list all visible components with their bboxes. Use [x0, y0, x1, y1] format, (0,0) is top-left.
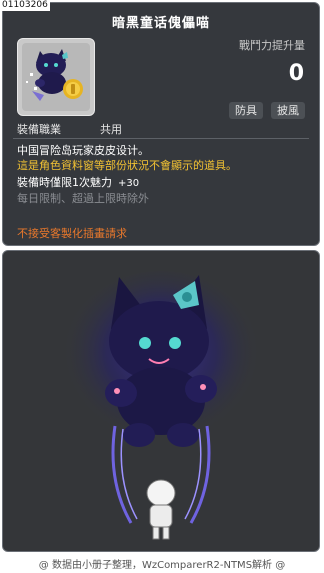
item-icon-frame: [17, 38, 95, 116]
equip-stat-row: 裝備時僅限1次魅力 +30: [17, 174, 139, 190]
power-increase-label: 戰鬥力提升量: [239, 39, 305, 52]
limit-note: 每日限制、超過上限時除外: [17, 192, 149, 205]
description-line-1: 中国冒险岛玩家皮皮设计。: [17, 144, 149, 157]
equip-stat-label: 裝備時僅限1次魅力: [17, 176, 112, 189]
cape-tag: 披風: [271, 102, 305, 119]
job-value: 共用: [100, 123, 122, 136]
character-avatar: [146, 479, 176, 540]
footer-credit: @ 数据由小册子整理，WzComparerR2-NTMS解析 @: [38, 560, 286, 571]
dark-cat-doll-cape-icon: [22, 43, 90, 111]
character-preview-image: [61, 271, 261, 540]
description-line-2: 這是角色資料窗等部份狀況不會顯示的道具。: [17, 159, 237, 172]
job-label: 裝備職業: [17, 123, 61, 136]
character-preview-panel: [2, 250, 320, 552]
craft-note: 不接受客製化插畫請求: [17, 227, 127, 240]
item-title: 暗黑童话傀儡喵: [111, 16, 210, 31]
divider: [13, 138, 309, 139]
power-increase-value: 0: [288, 61, 304, 86]
item-id: 01103206: [0, 0, 50, 11]
item-tooltip-panel: 暗黑童话傀儡喵 戰鬥力提升量 0 防具 披風 裝備職業 共用 中国冒险岛玩家皮皮…: [2, 2, 320, 246]
equip-stat-bonus: +30: [118, 178, 140, 189]
armor-tag: 防具: [229, 102, 263, 119]
